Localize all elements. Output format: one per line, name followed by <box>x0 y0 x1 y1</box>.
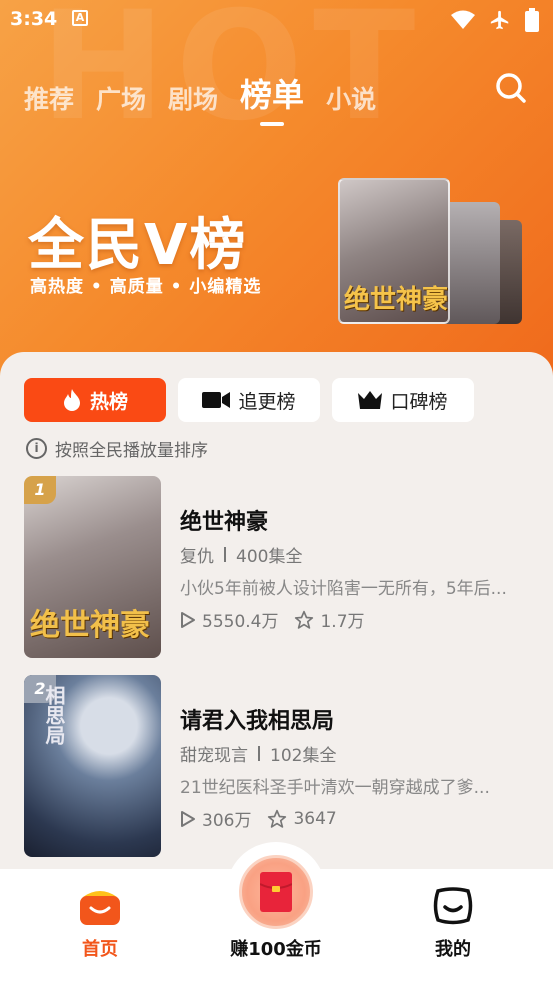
filter-hot[interactable]: 热榜 <box>24 378 166 422</box>
filter-reputation[interactable]: 口碑榜 <box>332 378 474 422</box>
star-count: 3647 <box>267 808 337 829</box>
tab-recommend[interactable]: 推荐 <box>24 80 74 116</box>
wifi-icon <box>451 10 475 29</box>
drama-description: 小伙5年前被人设计陷害一无所有，5年后... <box>180 579 507 599</box>
rank-badge: 1 <box>24 476 56 504</box>
meta-divider <box>224 547 226 562</box>
status-time: 3:34 <box>10 8 58 30</box>
play-icon <box>181 810 195 827</box>
cover-thumbnail-1: 绝世神豪 <box>338 178 450 324</box>
filter-updating-label: 追更榜 <box>238 390 296 413</box>
drama-description: 21世纪医科圣手叶清欢一朝穿越成了爹... <box>180 778 490 798</box>
star-icon <box>295 610 314 629</box>
list-item[interactable]: 2 相思局 请君入我相思局 甜宠现言 102集全 21世纪医科圣手叶清欢一朝穿越… <box>24 675 534 857</box>
star-count-value: 1.7万 <box>320 612 365 632</box>
top-banner-area: HOT 3:34 A 推荐 广场 剧场 榜单 小说 全民V榜 高热度 • 高质量… <box>0 0 553 380</box>
star-count: 1.7万 <box>294 607 365 632</box>
play-count: 306万 <box>180 806 251 831</box>
tab-theater[interactable]: 剧场 <box>168 80 218 116</box>
info-icon: i <box>26 438 47 459</box>
drama-meta: 复仇 400集全 <box>180 542 302 567</box>
top-nav-tabs: 推荐 广场 剧场 榜单 小说 <box>24 70 376 126</box>
sort-note-text: 按照全民播放量排序 <box>55 441 208 461</box>
filter-hot-label: 热榜 <box>89 390 128 413</box>
drama-title: 绝世神豪 <box>180 510 269 535</box>
battery-icon <box>525 8 539 32</box>
bottom-nav-home-label: 首页 <box>82 939 118 960</box>
play-count-value: 306万 <box>202 811 252 831</box>
tab-square[interactable]: 广场 <box>96 80 146 116</box>
bottom-nav-home[interactable]: 首页 <box>45 887 155 961</box>
list-item[interactable]: 1 绝世神豪 绝世神豪 复仇 400集全 小伙5年前被人设计陷害一无所有，5年后… <box>24 476 534 658</box>
tab-ranking[interactable]: 榜单 <box>240 70 304 126</box>
crown-icon <box>358 391 383 409</box>
drama-stats: 5550.4万 1.7万 <box>180 607 365 632</box>
drama-title: 请君入我相思局 <box>180 709 335 734</box>
filter-updating[interactable]: 追更榜 <box>178 378 320 422</box>
star-icon <box>268 809 287 828</box>
play-icon <box>181 611 195 628</box>
banner-cover-stack[interactable]: 绝世神豪 <box>338 178 528 328</box>
poster-calligraphy: 绝世神豪 <box>30 608 150 643</box>
drama-poster: 1 绝世神豪 <box>24 476 161 658</box>
drama-genre: 甜宠现言 <box>180 746 248 766</box>
banner-subtitle: 高热度 • 高质量 • 小编精选 <box>30 277 262 297</box>
flame-icon <box>63 389 80 411</box>
bottom-nav-mine[interactable]: 我的 <box>398 887 508 961</box>
drama-episodes: 400集全 <box>236 547 303 567</box>
home-icon <box>80 891 120 925</box>
ranking-filter-row: 热榜 追更榜 口碑榜 <box>24 378 474 422</box>
status-right-icons <box>451 8 539 32</box>
poster-calligraphy: 相思局 <box>42 685 66 745</box>
earn-coins-button[interactable] <box>226 842 326 942</box>
red-envelope-icon <box>260 872 292 912</box>
bottom-nav-mine-label: 我的 <box>435 939 471 960</box>
status-bar: 3:34 A <box>0 0 553 38</box>
airplane-icon <box>490 10 509 30</box>
tab-novel[interactable]: 小说 <box>326 80 376 116</box>
sort-note: i 按照全民播放量排序 <box>26 436 208 461</box>
drama-stats: 306万 3647 <box>180 806 337 831</box>
filter-reputation-label: 口碑榜 <box>390 390 448 413</box>
drama-episodes: 102集全 <box>270 746 337 766</box>
profile-face-icon <box>433 887 473 925</box>
drama-poster: 2 相思局 <box>24 675 161 857</box>
notification-a-icon: A <box>72 10 88 26</box>
video-camera-icon <box>202 392 231 408</box>
play-count: 5550.4万 <box>180 607 278 632</box>
drama-genre: 复仇 <box>180 547 214 567</box>
cover-calligraphy: 绝世神豪 <box>344 285 449 315</box>
drama-meta: 甜宠现言 102集全 <box>180 741 336 766</box>
meta-divider <box>258 746 260 761</box>
play-count-value: 5550.4万 <box>202 612 279 632</box>
search-icon[interactable] <box>495 72 527 104</box>
earn-coins-circle <box>239 855 313 929</box>
star-count-value: 3647 <box>293 808 337 829</box>
banner-title: 全民V榜 <box>28 213 248 278</box>
